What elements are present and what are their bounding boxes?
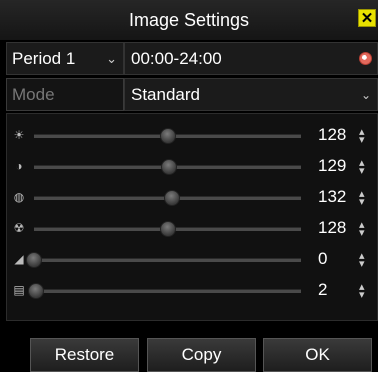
chevron-down-icon: ⌄ (106, 51, 117, 66)
slider-knob[interactable] (164, 190, 181, 206)
clock-icon[interactable] (359, 52, 372, 65)
sharpness-icon: ◢ (14, 252, 24, 266)
brightness-icon: ☀ (13, 128, 25, 142)
spinner-icon[interactable]: ▴ ▾ (359, 251, 365, 270)
mode-row: Mode Standard ⌄ (0, 78, 378, 111)
hue-icon: ☢ (13, 221, 25, 235)
ok-button[interactable]: OK (263, 338, 372, 372)
slider-row-saturation: ◍ 132 ▴ ▾ (7, 184, 378, 212)
image-settings-dialog: Image Settings ✕ Period 1 ⌄ 00:00-24:00 … (0, 0, 378, 372)
spinner-icon[interactable]: ▴ ▾ (359, 158, 365, 177)
slider-value: 128 (318, 218, 347, 237)
period-label: Period 1 (12, 48, 76, 68)
period-select[interactable]: Period 1 ⌄ (6, 42, 124, 75)
slider-row-brightness: ☀ 128 ▴ ▾ (7, 122, 378, 150)
image-adjust-panel: ☀ 128 ▴ ▾ ◑ 129 ▴ ▾ ◍ 132 ▴ ▾ ☢ 128 ▴ ▾ … (6, 113, 378, 321)
close-icon[interactable]: ✕ (358, 9, 376, 27)
spinner-icon[interactable]: ▴ ▾ (359, 282, 365, 301)
mode-select[interactable]: Standard ⌄ (124, 78, 378, 111)
slider-row-denoising: ▤ 2 ▴ ▾ (7, 277, 378, 305)
spinner-icon[interactable]: ▴ ▾ (359, 220, 365, 239)
slider-row-contrast: ◑ 129 ▴ ▾ (7, 153, 378, 181)
time-range-field[interactable]: 00:00-24:00 (124, 42, 378, 75)
time-range-value: 00:00-24:00 (131, 48, 222, 68)
restore-button[interactable]: Restore (30, 338, 139, 372)
mode-value: Standard (131, 84, 200, 104)
spinner-icon[interactable]: ▴ ▾ (359, 189, 365, 208)
contrast-icon: ◑ (15, 159, 23, 173)
title-bar: Image Settings ✕ (0, 0, 378, 40)
chevron-down-icon: ⌄ (360, 88, 371, 102)
slider-knob[interactable] (160, 221, 177, 237)
slider-value: 132 (318, 187, 347, 206)
mode-label: Mode (12, 84, 55, 104)
slider-knob[interactable] (28, 283, 45, 299)
slider-track[interactable] (34, 258, 301, 262)
dialog-title: Image Settings (128, 9, 250, 30)
saturation-icon: ◍ (13, 190, 25, 204)
copy-button[interactable]: Copy (147, 338, 256, 372)
slider-row-hue: ☢ 128 ▴ ▾ (7, 215, 378, 243)
slider-track[interactable] (34, 289, 301, 293)
slider-row-sharpness: ◢ 0 ▴ ▾ (7, 246, 378, 274)
slider-value: 129 (318, 156, 347, 175)
mode-label-cell: Mode (6, 78, 124, 111)
slider-knob[interactable] (160, 128, 177, 144)
spinner-icon[interactable]: ▴ ▾ (359, 127, 365, 146)
slider-value: 2 (318, 280, 328, 299)
slider-knob[interactable] (161, 159, 178, 175)
slider-value: 0 (318, 249, 328, 268)
slider-knob[interactable] (26, 252, 42, 268)
schedule-row: Period 1 ⌄ 00:00-24:00 (0, 42, 378, 75)
denoising-icon: ▤ (13, 283, 25, 297)
slider-value: 128 (318, 125, 347, 144)
